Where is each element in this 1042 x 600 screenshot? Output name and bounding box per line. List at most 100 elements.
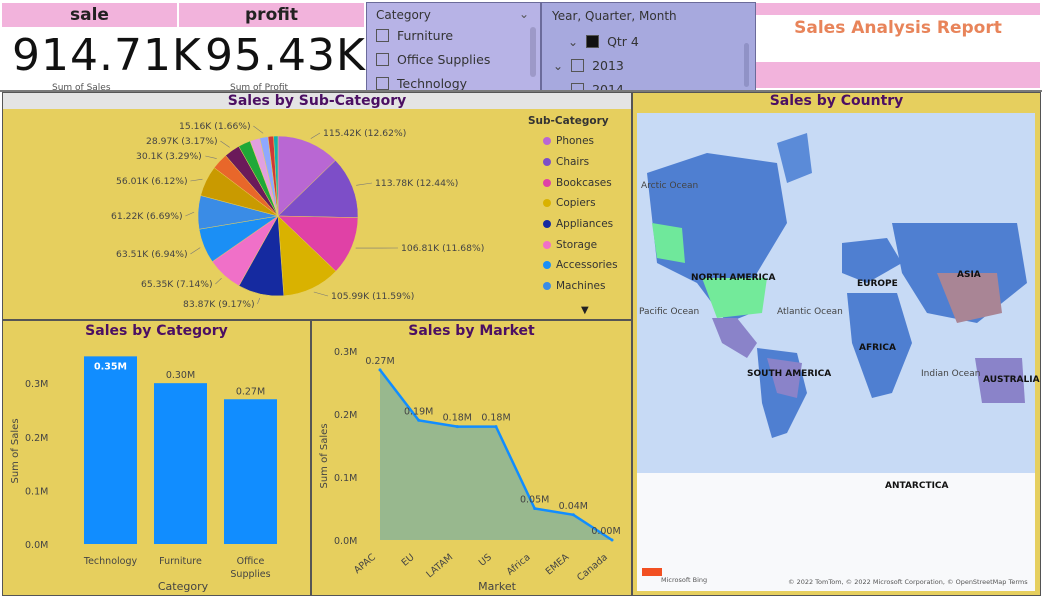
pie-leader-line <box>205 155 217 159</box>
pie-data-label: 56.01K (6.12%) <box>116 176 188 187</box>
chevron-down-icon[interactable]: ⌄ <box>568 35 578 49</box>
map-label: Arctic Ocean <box>641 181 699 191</box>
legend-dot <box>543 158 551 167</box>
area-point[interactable] <box>378 368 382 372</box>
x-tick-label: LATAM <box>424 552 455 580</box>
legend-item[interactable]: Copiers <box>543 193 618 214</box>
bing-label: Microsoft Bing <box>661 576 708 584</box>
legend-item[interactable]: Phones <box>543 131 618 152</box>
bar[interactable] <box>154 383 207 544</box>
area-data-label: 0.18M <box>481 413 510 424</box>
map-attribution[interactable]: © 2022 TomTom, © 2022 Microsoft Corporat… <box>788 578 1028 586</box>
x-tick-label: Technology <box>83 556 138 567</box>
area-data-label: 0.27M <box>365 356 394 367</box>
pie-data-label: 83.87K (9.17%) <box>183 299 255 310</box>
map-label: ANTARCTICA <box>885 481 949 491</box>
legend-label: Bookcases <box>556 176 612 189</box>
x-tick-label: Supplies <box>230 569 270 580</box>
category-slicer-title: Category <box>376 8 431 22</box>
y-tick-label: 0.1M <box>334 473 357 484</box>
area-point[interactable] <box>571 513 575 517</box>
slicer-item-technology[interactable]: Technology <box>376 76 467 91</box>
market-title: Sales by Market <box>408 323 535 339</box>
checkbox-icon[interactable] <box>586 35 600 48</box>
date-slicer[interactable]: Year, Quarter, Month ⌄ Qtr 4 ⌄ 2013 ⌄ 20… <box>541 2 756 92</box>
pie-data-label: 61.22K (6.69%) <box>111 211 183 222</box>
y-tick-label: 0.2M <box>334 410 357 421</box>
slicer-scrollbar[interactable] <box>530 27 536 77</box>
legend-dot <box>543 282 551 291</box>
legend-label: Phones <box>556 135 594 148</box>
category-panel: Sales by Category 0.0M 0.1M 0.2M 0.3M Sum of… <box>2 320 311 596</box>
legend-dot <box>543 137 551 146</box>
area-point[interactable] <box>533 507 537 510</box>
x-tick-label: EMEA <box>544 552 572 578</box>
map-label: AFRICA <box>859 343 896 353</box>
area-point[interactable] <box>494 425 498 429</box>
map-label: Indian Ocean <box>921 369 981 379</box>
category-slicer[interactable]: Category ⌄ Furniture Office Supplies Tec… <box>366 2 541 92</box>
bar-data-label: 0.30M <box>166 370 195 381</box>
date-item-label: Qtr 4 <box>607 34 639 49</box>
pie-leader-line <box>257 297 261 305</box>
area-data-label: 0.00M <box>591 526 620 537</box>
checkbox-icon[interactable] <box>376 77 389 90</box>
legend-item[interactable]: Accessories <box>543 255 618 276</box>
area-data-label: 0.19M <box>404 406 433 417</box>
area-data-label: 0.18M <box>443 413 472 424</box>
area-data-label: 0.04M <box>559 501 588 512</box>
category-bar-chart: 0.0M 0.1M 0.2M 0.3M Sum of Sales 0.35M Technol… <box>10 356 277 593</box>
slicer-item-label: Office Supplies <box>397 52 491 67</box>
bar[interactable] <box>224 399 277 544</box>
pie-data-label: 15.16K (1.66%) <box>179 121 251 132</box>
pie-data-label: 115.42K (12.62%) <box>323 128 406 139</box>
chevron-down-icon[interactable]: ⌄ <box>553 59 563 73</box>
bar-data-label: 0.35M <box>94 361 127 372</box>
chevron-down-icon[interactable]: ⌄ <box>519 7 529 21</box>
legend-item[interactable]: Chairs <box>543 152 618 173</box>
report-title: Sales Analysis Report <box>794 18 1002 38</box>
area-point[interactable] <box>610 538 614 542</box>
kpi-sale-title: sale <box>2 3 177 27</box>
legend-label: Chairs <box>556 156 590 169</box>
date-item-label: 2013 <box>592 58 624 73</box>
date-item-2013[interactable]: ⌄ 2013 <box>553 58 624 73</box>
pie-data-label: 106.81K (11.68%) <box>401 243 484 254</box>
legend-dot <box>543 199 551 208</box>
x-tick-label: Office <box>237 556 265 567</box>
x-tick-label: APAC <box>352 552 378 576</box>
slicer-item-office-supplies[interactable]: Office Supplies <box>376 52 490 67</box>
slicer-scrollbar[interactable] <box>744 43 749 87</box>
legend-label: Accessories <box>556 259 618 272</box>
pie-data-label: 113.78K (12.44%) <box>375 178 458 189</box>
map-label: NORTH AMERICA <box>691 273 776 283</box>
caret-down-icon[interactable]: ▼ <box>581 305 589 316</box>
slicer-item-furniture[interactable]: Furniture <box>376 28 453 43</box>
date-item-qtr4[interactable]: ⌄ Qtr 4 <box>568 34 639 49</box>
bar[interactable] <box>84 356 137 544</box>
kpi-profit-title: profit <box>179 3 364 27</box>
kpi-sale-value: 914.71K <box>12 30 202 81</box>
area-point[interactable] <box>417 418 421 422</box>
legend-item[interactable]: Bookcases <box>543 172 618 193</box>
area-point[interactable] <box>455 425 459 429</box>
map-label: AUSTRALIA <box>983 375 1040 385</box>
pie-leader-line <box>185 211 195 217</box>
checkbox-icon[interactable] <box>376 53 389 66</box>
checkbox-icon[interactable] <box>571 59 585 72</box>
area-fill <box>380 369 612 540</box>
checkbox-icon[interactable] <box>376 29 389 42</box>
legend-item[interactable]: Appliances <box>543 214 618 235</box>
pie-leader-line <box>253 125 264 134</box>
country-panel: Sales by Country Arctic Ocean NORTH AMERI… <box>632 92 1041 596</box>
title-bar-top <box>756 3 1040 15</box>
legend-label: Copiers <box>556 197 596 210</box>
x-tick-label: Africa <box>505 552 533 578</box>
map-label: SOUTH AMERICA <box>747 369 832 379</box>
pie-leader-line <box>356 182 373 186</box>
legend-item[interactable]: Machines <box>543 276 618 297</box>
x-tick-label: EU <box>400 552 417 569</box>
legend-item[interactable]: Storage <box>543 234 618 255</box>
subcategory-title: Sales by Sub-Category <box>227 93 407 109</box>
pie-leader-line <box>310 132 321 139</box>
